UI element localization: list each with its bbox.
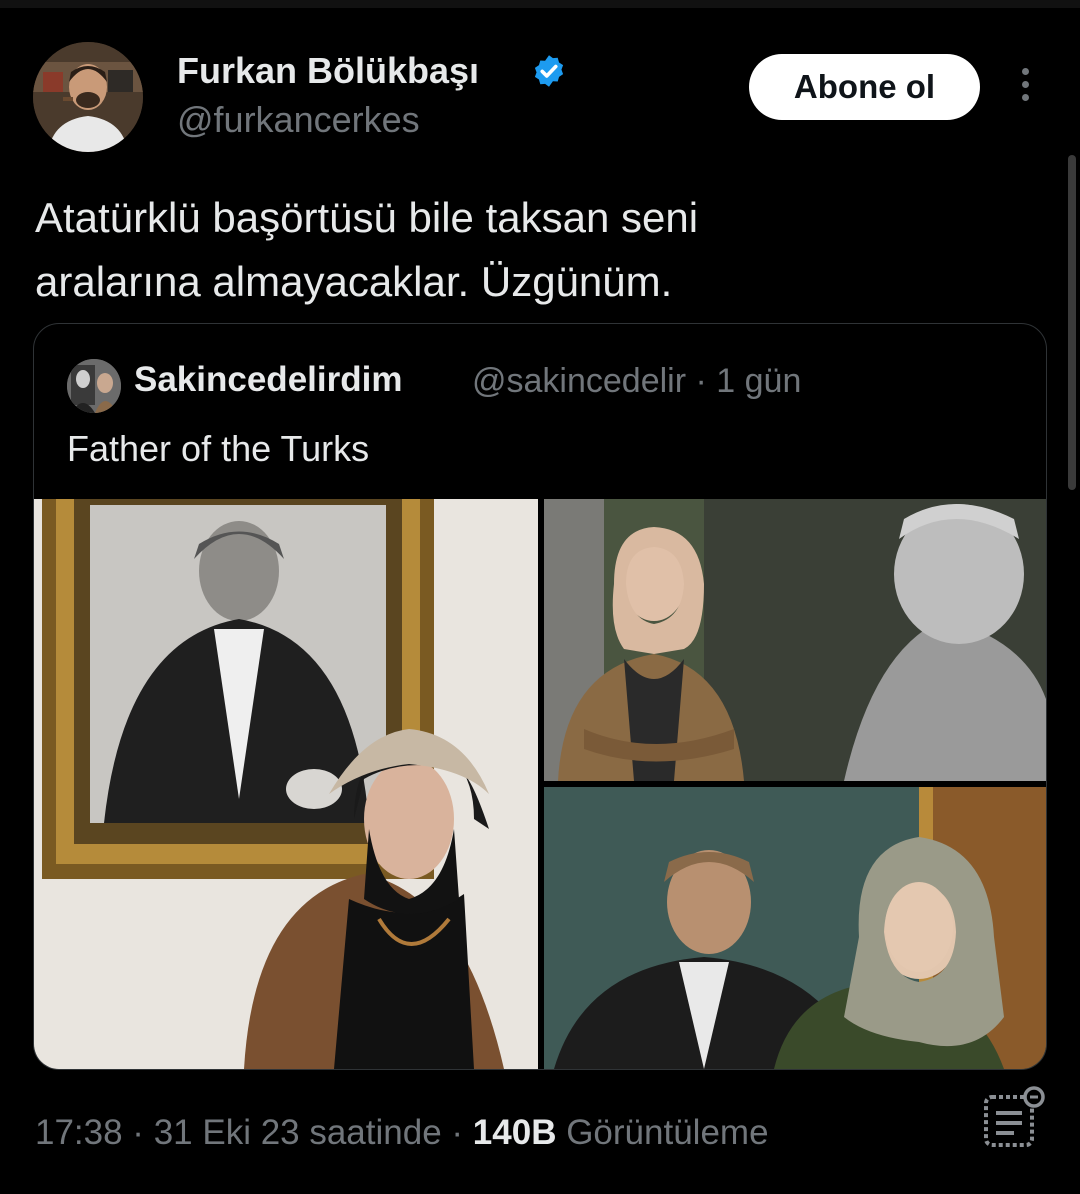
quoted-author-meta[interactable]: @sakincedelir · 1 gün bbox=[472, 362, 801, 401]
view-count: 140B bbox=[472, 1113, 557, 1152]
quoted-time: · 1 gün bbox=[695, 362, 802, 400]
quoted-text: Father of the Turks bbox=[67, 428, 370, 469]
tweet-meta: 17:38 · 31 Eki 23 saatinde · 140B Görünt… bbox=[35, 1113, 769, 1153]
quoted-photo-1[interactable] bbox=[34, 499, 538, 1069]
quoted-tweet[interactable]: Sakincedelirdim @sakincedelir · 1 gün Fa… bbox=[33, 323, 1047, 1070]
author-avatar[interactable] bbox=[33, 42, 143, 152]
timestamp[interactable]: 17:38 · 31 Eki 23 saatinde · bbox=[35, 1113, 463, 1152]
verified-badge-icon bbox=[534, 55, 564, 87]
view-count-label: Görüntüleme bbox=[566, 1113, 769, 1152]
quoted-photo-3[interactable] bbox=[544, 787, 1046, 1069]
tweet-line: aralarına almayacaklar. Üzgünüm. bbox=[35, 258, 673, 305]
quoted-author-handle[interactable]: @sakincedelir bbox=[472, 362, 686, 400]
author-handle[interactable]: @furkancerkes bbox=[177, 99, 420, 141]
analytics-icon[interactable] bbox=[982, 1085, 1048, 1151]
quoted-photo-2[interactable] bbox=[544, 499, 1046, 781]
author-name[interactable]: Furkan Bölükbaşı bbox=[177, 50, 479, 92]
top-divider bbox=[0, 0, 1080, 8]
tweet-text: Atatürklü başörtüsü bile taksan seni ara… bbox=[35, 186, 1035, 314]
scrollbar[interactable] bbox=[1068, 155, 1076, 490]
more-options-icon[interactable] bbox=[1013, 68, 1037, 108]
quoted-author-name[interactable]: Sakincedelirdim bbox=[134, 360, 402, 400]
follow-button[interactable]: Abone ol bbox=[749, 54, 980, 120]
quoted-avatar[interactable] bbox=[67, 359, 121, 413]
tweet-line: Atatürklü başörtüsü bile taksan seni bbox=[35, 194, 699, 241]
